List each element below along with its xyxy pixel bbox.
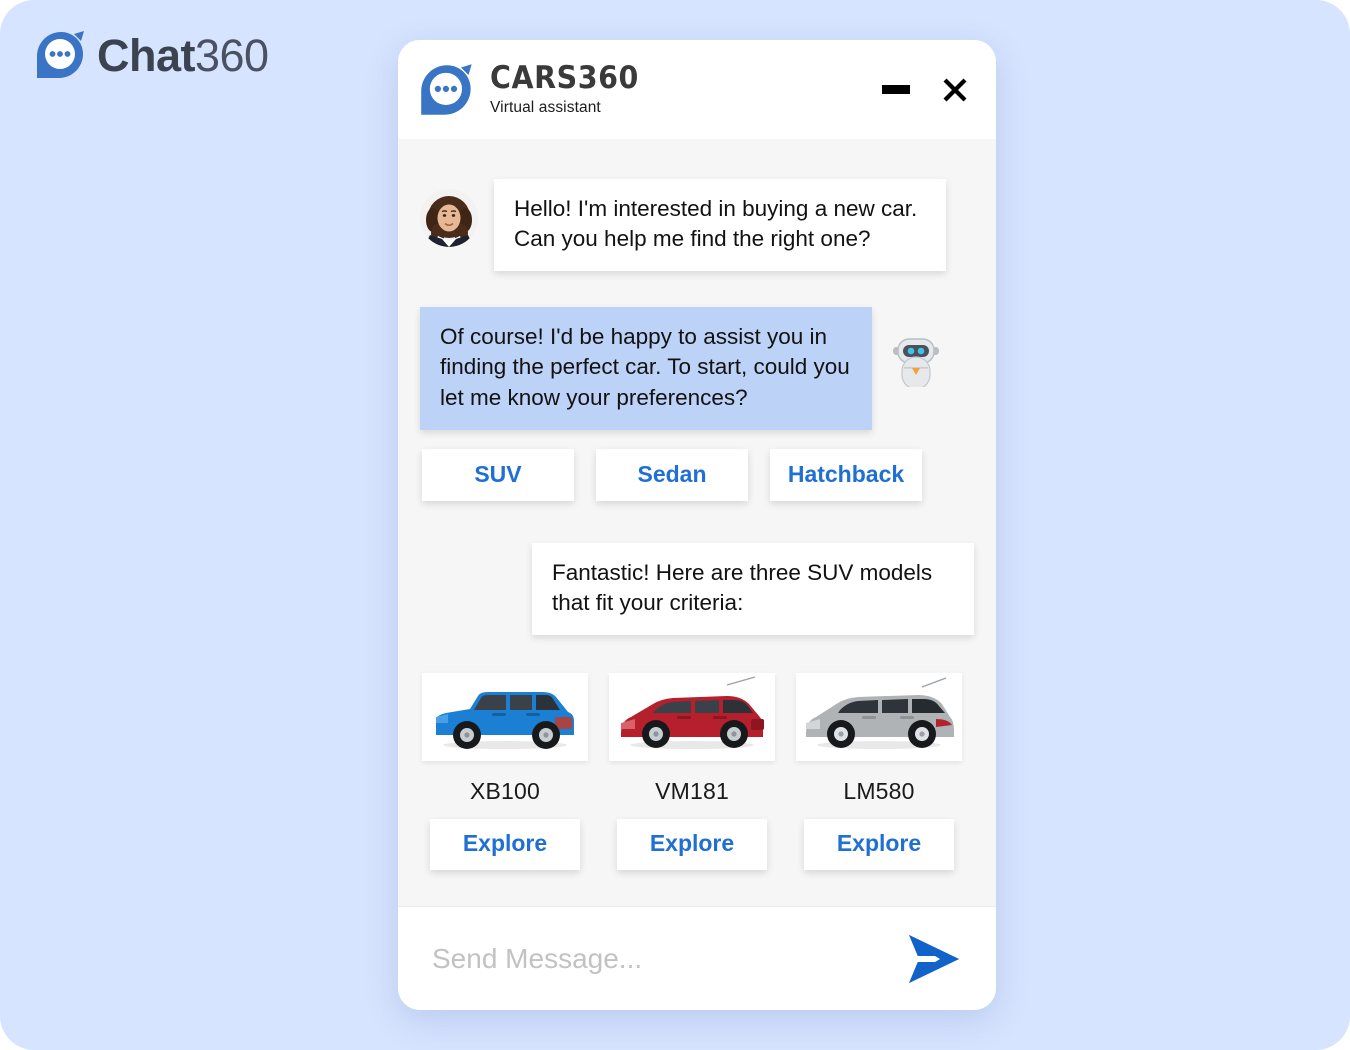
chat-message-list: Hello! I'm interested in buying a new ca… [398,139,996,906]
widget-header: CARS360 Virtual assistant [398,40,996,139]
brand-name-primary: Chat [97,29,196,81]
message-bot: Of course! I'd be happy to assist you in… [420,307,974,430]
widget-title-block: CARS360 Virtual assistant [490,62,652,118]
chat-widget: CARS360 Virtual assistant Hello! I'm int… [398,40,996,1010]
widget-subtitle: Virtual assistant [490,99,601,117]
quick-reply-suv[interactable]: SUV [422,448,574,501]
explore-button[interactable]: Explore [804,818,954,870]
car-card: VM181 Explore [609,672,775,870]
message-composer [398,906,996,1010]
user-avatar-photo [420,189,478,247]
quick-reply-sedan[interactable]: Sedan [596,448,748,501]
minimize-icon[interactable] [882,85,910,94]
silver-minivan-image [796,672,962,761]
send-paper-plane-icon [909,934,959,983]
message-bot-secondary: Fantastic! Here are three SUV models tha… [420,542,974,635]
car-card: LM580 Explore [796,672,962,870]
brand-name-secondary: 360 [195,29,269,81]
message-bubble-user: Hello! I'm interested in buying a new ca… [494,179,946,272]
chat-bubble-dots-icon [37,31,84,78]
message-bubble-bot-2: Fantastic! Here are three SUV models tha… [532,542,974,635]
car-card-name: VM181 [655,777,729,804]
widget-header-actions [882,77,972,103]
message-bot-group: Of course! I'd be happy to assist you in… [420,307,974,501]
brand-name: Chat 360 [97,33,269,78]
car-card: XB100 Explore [422,672,588,870]
brand-logo: Chat 360 [34,28,269,82]
car-card-list: XB100 Explore VM181 Explore LM580 Explor… [420,672,974,870]
blue-suv-image [422,672,588,761]
quick-reply-hatchback[interactable]: Hatchback [770,448,922,501]
widget-title: CARS360 [490,59,639,96]
message-input[interactable] [432,942,904,975]
explore-button[interactable]: Explore [617,818,767,870]
message-user: Hello! I'm interested in buying a new ca… [420,179,974,272]
quick-reply-list: SUV Sedan Hatchback [420,448,974,501]
send-button[interactable] [904,932,964,986]
close-icon[interactable] [942,77,968,103]
car-card-name: XB100 [469,777,541,804]
robot-avatar-icon [892,335,940,388]
message-bubble-bot: Of course! I'd be happy to assist you in… [420,307,872,430]
car-card-name: LM580 [843,777,915,804]
page-canvas: Chat 360 CARS360 Virtual assistant Hello… [0,0,1350,1050]
explore-button[interactable]: Explore [430,818,580,870]
red-mpv-image [609,672,775,761]
chat-bubble-dots-icon [421,63,472,115]
